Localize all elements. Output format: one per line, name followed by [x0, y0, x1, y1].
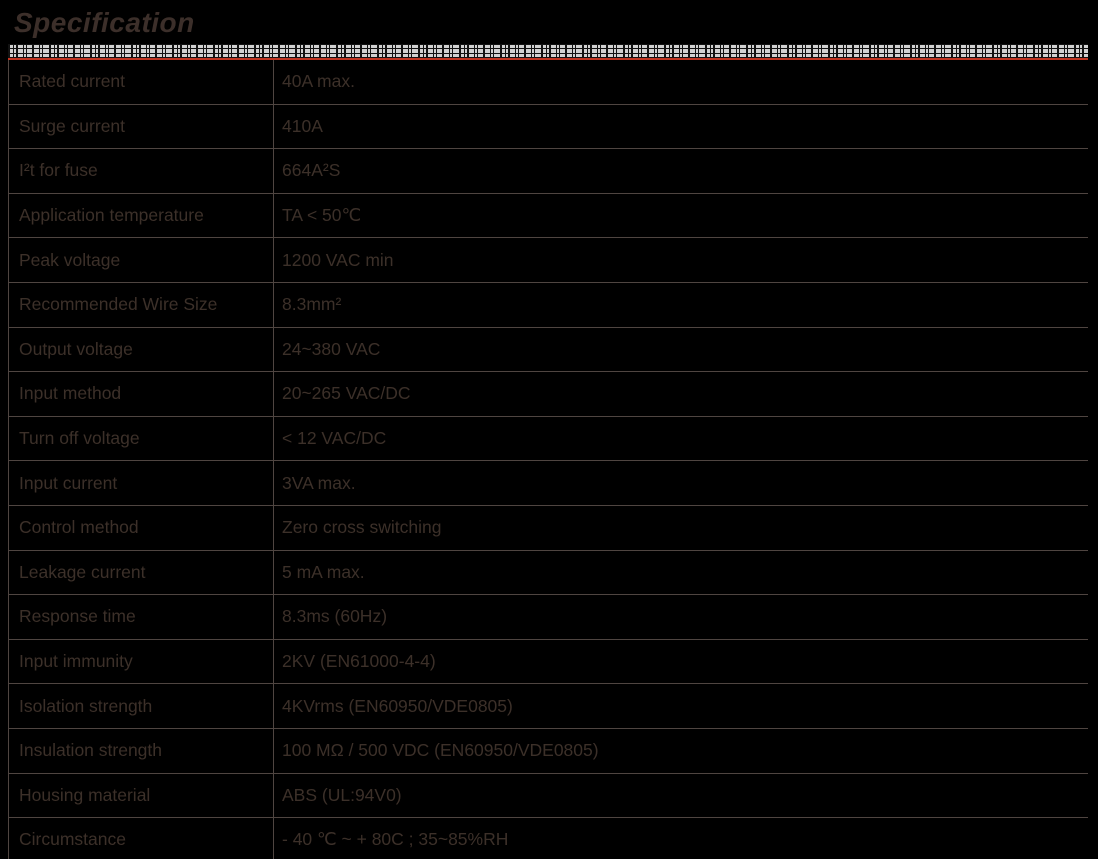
- spec-value: ABS (UL:94V0): [274, 773, 1089, 818]
- spec-label: Surge current: [9, 104, 274, 149]
- spec-label: Response time: [9, 595, 274, 640]
- spec-value: 40A max.: [274, 60, 1089, 104]
- spec-row: Leakage current 5 mA max.: [9, 550, 1089, 595]
- spec-label: Isolation strength: [9, 684, 274, 729]
- spec-row: Output voltage 24~380 VAC: [9, 327, 1089, 372]
- spec-label: Peak voltage: [9, 238, 274, 283]
- spec-label: I²t for fuse: [9, 149, 274, 194]
- spec-value: 2KV (EN61000-4-4): [274, 639, 1089, 684]
- spec-sheet-page: Specification Rated current 40A max. Sur…: [0, 0, 1098, 859]
- spec-row: Surge current 410A: [9, 104, 1089, 149]
- spec-label: Leakage current: [9, 550, 274, 595]
- spec-value: 5 mA max.: [274, 550, 1089, 595]
- spec-value: 410A: [274, 104, 1089, 149]
- spec-value: < 12 VAC/DC: [274, 416, 1089, 461]
- spec-row: I²t for fuse 664A²S: [9, 149, 1089, 194]
- spec-label: Input current: [9, 461, 274, 506]
- spec-value: 664A²S: [274, 149, 1089, 194]
- barcode-divider: [8, 44, 1088, 58]
- spec-value: 1200 VAC min: [274, 238, 1089, 283]
- spec-value: 100 MΩ / 500 VDC (EN60950/VDE0805): [274, 728, 1089, 773]
- spec-value: TA < 50℃: [274, 193, 1089, 238]
- spec-label: Recommended Wire Size: [9, 282, 274, 327]
- spec-label: Circumstance: [9, 818, 274, 859]
- spec-row: Circumstance - 40 ℃ ~ + 80C ; 35~85%RH: [9, 818, 1089, 859]
- spec-row: Application temperature TA < 50℃: [9, 193, 1089, 238]
- spec-value: Zero cross switching: [274, 505, 1089, 550]
- spec-label: Application temperature: [9, 193, 274, 238]
- spec-label: Insulation strength: [9, 728, 274, 773]
- spec-row: Input method 20~265 VAC/DC: [9, 372, 1089, 417]
- spec-row: Insulation strength 100 MΩ / 500 VDC (EN…: [9, 728, 1089, 773]
- spec-value: 4KVrms (EN60950/VDE0805): [274, 684, 1089, 729]
- specification-table: Rated current 40A max. Surge current 410…: [8, 60, 1088, 859]
- spec-value: 24~380 VAC: [274, 327, 1089, 372]
- spec-value: 20~265 VAC/DC: [274, 372, 1089, 417]
- spec-row: Input immunity 2KV (EN61000-4-4): [9, 639, 1089, 684]
- spec-row: Response time 8.3ms (60Hz): [9, 595, 1089, 640]
- spec-row: Peak voltage 1200 VAC min: [9, 238, 1089, 283]
- spec-value: 8.3ms (60Hz): [274, 595, 1089, 640]
- spec-row: Turn off voltage < 12 VAC/DC: [9, 416, 1089, 461]
- spec-row: Input current 3VA max.: [9, 461, 1089, 506]
- spec-value: - 40 ℃ ~ + 80C ; 35~85%RH: [274, 818, 1089, 859]
- spec-label: Control method: [9, 505, 274, 550]
- page-title: Specification: [0, 0, 1098, 39]
- spec-label: Input method: [9, 372, 274, 417]
- spec-row: Isolation strength 4KVrms (EN60950/VDE08…: [9, 684, 1089, 729]
- spec-value: 8.3mm²: [274, 282, 1089, 327]
- spec-row: Rated current 40A max.: [9, 60, 1089, 104]
- spec-value: 3VA max.: [274, 461, 1089, 506]
- spec-row: Control method Zero cross switching: [9, 505, 1089, 550]
- spec-label: Housing material: [9, 773, 274, 818]
- spec-label: Output voltage: [9, 327, 274, 372]
- spec-row: Housing material ABS (UL:94V0): [9, 773, 1089, 818]
- spec-row: Recommended Wire Size 8.3mm²: [9, 282, 1089, 327]
- specification-table-body: Rated current 40A max. Surge current 410…: [9, 60, 1089, 859]
- spec-label: Input immunity: [9, 639, 274, 684]
- spec-label: Rated current: [9, 60, 274, 104]
- spec-label: Turn off voltage: [9, 416, 274, 461]
